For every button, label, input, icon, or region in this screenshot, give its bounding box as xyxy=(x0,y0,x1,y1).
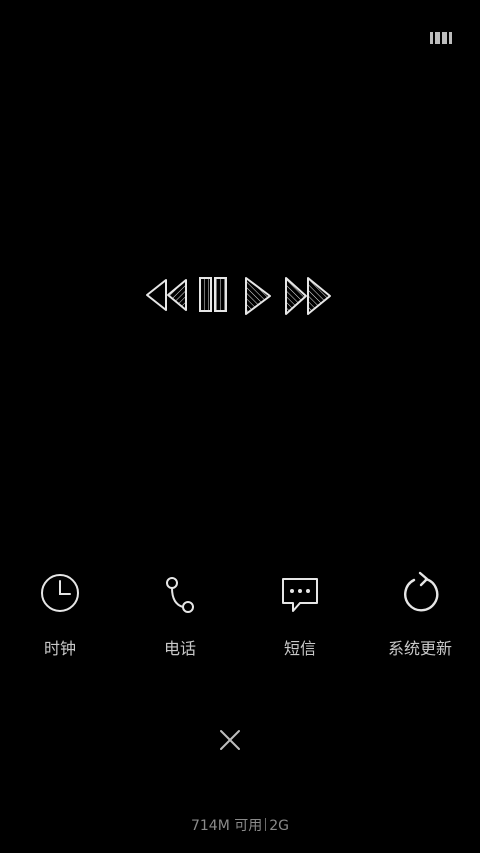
app-clock[interactable]: 时钟 xyxy=(0,565,120,665)
app-label: 电话 xyxy=(163,639,196,658)
recents-grid-icon[interactable] xyxy=(430,30,452,46)
close-icon[interactable] xyxy=(218,728,242,752)
memory-status: 714M 可用 2G xyxy=(0,815,480,835)
memory-available: 714M 可用 xyxy=(190,818,263,834)
previous-icon[interactable] xyxy=(144,270,190,320)
app-system-update[interactable]: 系统更新 xyxy=(360,565,480,665)
app-message[interactable]: 短信 xyxy=(240,565,360,665)
app-phone[interactable]: 电话 xyxy=(120,565,240,665)
memory-separator xyxy=(265,818,267,831)
clock-icon xyxy=(40,569,80,613)
app-label: 短信 xyxy=(283,639,316,658)
recent-apps-row: 时钟 电话 短信 系统更新 xyxy=(0,565,480,665)
refresh-icon xyxy=(400,569,440,613)
pause-icon[interactable] xyxy=(196,270,230,320)
next-icon[interactable] xyxy=(282,270,334,320)
memory-total: 2G xyxy=(269,818,290,834)
message-icon xyxy=(280,569,320,613)
app-label: 系统更新 xyxy=(387,639,452,658)
phone-icon xyxy=(160,569,200,613)
play-icon[interactable] xyxy=(240,270,276,320)
app-label: 时钟 xyxy=(43,639,76,658)
media-controls xyxy=(140,270,340,320)
